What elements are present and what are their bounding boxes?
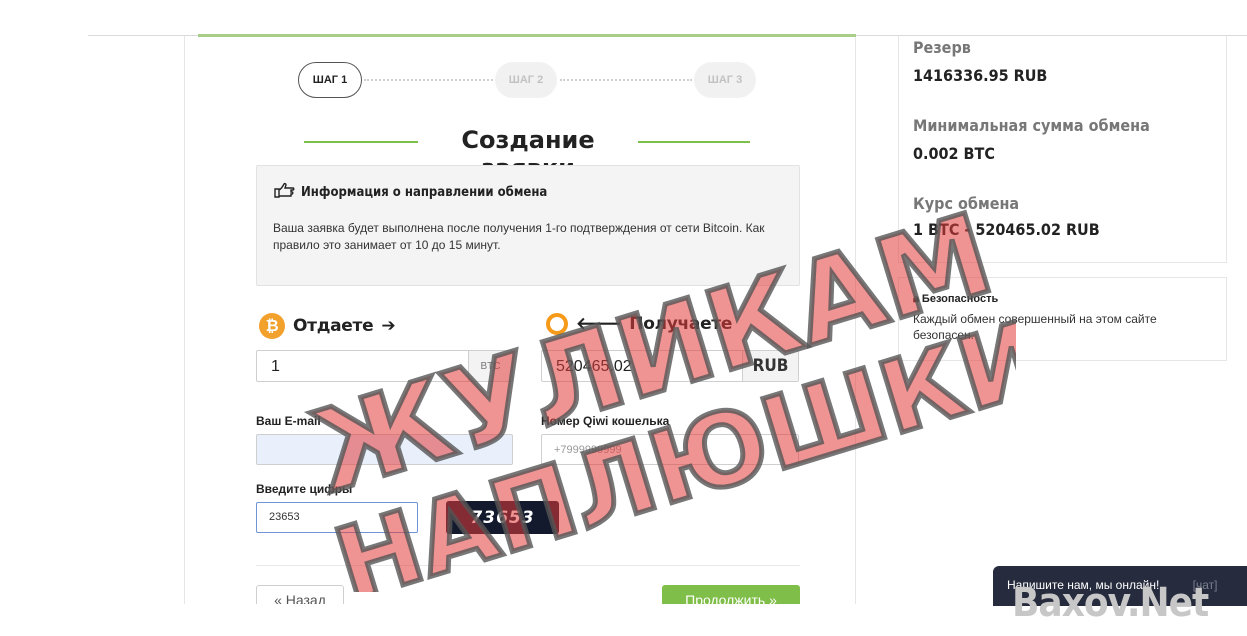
captcha-label: Введите цифры [256,482,353,496]
give-label: ₿ Отдаете ➔ [259,313,396,339]
direction-info-box: Информация о направлении обмена Ваша зая… [256,165,800,286]
step-indicator: ШАГ 1 ШАГ 2 ШАГ 3 [298,62,758,98]
security-heading-text: Безопасность [921,293,999,305]
get-currency: RUB [742,351,798,381]
step-connector [560,79,692,81]
give-label-text: Отдаете [293,316,374,336]
exchange-info-panel: Резерв 1416336.95 RUB Минимальная сумма … [898,36,1227,263]
get-label-text: Получаете [629,314,733,334]
give-amount-input[interactable]: 1 BTC [256,350,513,382]
bitcoin-icon: ₿ [259,313,285,339]
title-line-left [304,141,418,143]
qiwi-icon [546,313,568,335]
title-line-right [638,141,750,143]
title-block: Создание заявки [300,126,752,182]
rate-label: Курс обмена [913,194,1020,213]
min-amount-label: Минимальная сумма обмена [913,116,1150,135]
step-3: ШАГ 3 [694,62,756,98]
watermark: Baxov.Net [1012,580,1209,626]
card-accent-bar [198,34,856,37]
qiwi-wallet-input[interactable]: +7999999999 [541,434,799,465]
pointing-hand-icon [273,182,295,202]
info-heading: Информация о направлении обмена [273,182,547,202]
qiwi-label: Номер Qiwi кошелька [541,414,670,428]
info-text: Ваша заявка будет выполнена после получе… [273,221,765,252]
captcha-image: 73653 [446,501,559,534]
exchange-page: ШАГ 1 ШАГ 2 ШАГ 3 Создание заявки Информ… [0,0,1247,636]
rate-value: 1 BTC - 520465.02 RUB [913,220,1100,239]
step-1: ШАГ 1 [298,62,362,98]
info-heading-text: Информация о направлении обмена [301,184,548,200]
email-input[interactable] [256,434,513,465]
arrow-left-icon: 🡐 [576,314,622,334]
give-amount-value: 1 [271,358,280,375]
min-amount-value: 0.002 BTC [913,144,995,163]
reserve-value: 1416336.95 RUB [913,66,1048,85]
security-heading: 🔒︎ Безопасность [913,293,998,306]
reserve-label: Резерв [913,38,971,57]
captcha-input[interactable]: 23653 [256,502,418,533]
security-panel: 🔒︎ Безопасность Каждый обмен совершенный… [898,277,1227,361]
arrow-right-icon: ➔ [381,316,396,336]
step-2: ШАГ 2 [495,62,557,98]
form-divider [256,565,800,566]
qiwi-placeholder: +7999999999 [554,444,622,456]
captcha-value: 23653 [269,511,300,523]
step-connector [364,79,493,81]
get-amount-input[interactable]: 520465.02 RUB [541,350,799,382]
security-text: Каждый обмен совершенный на этом сайте б… [913,312,1157,342]
get-amount-value: 520465.02 [556,358,632,375]
get-label: 🡐 Получаете [546,313,732,335]
give-currency: BTC [468,351,512,381]
lock-icon: 🔒︎ [913,293,919,305]
email-label: Ваш E-mail [256,414,321,428]
